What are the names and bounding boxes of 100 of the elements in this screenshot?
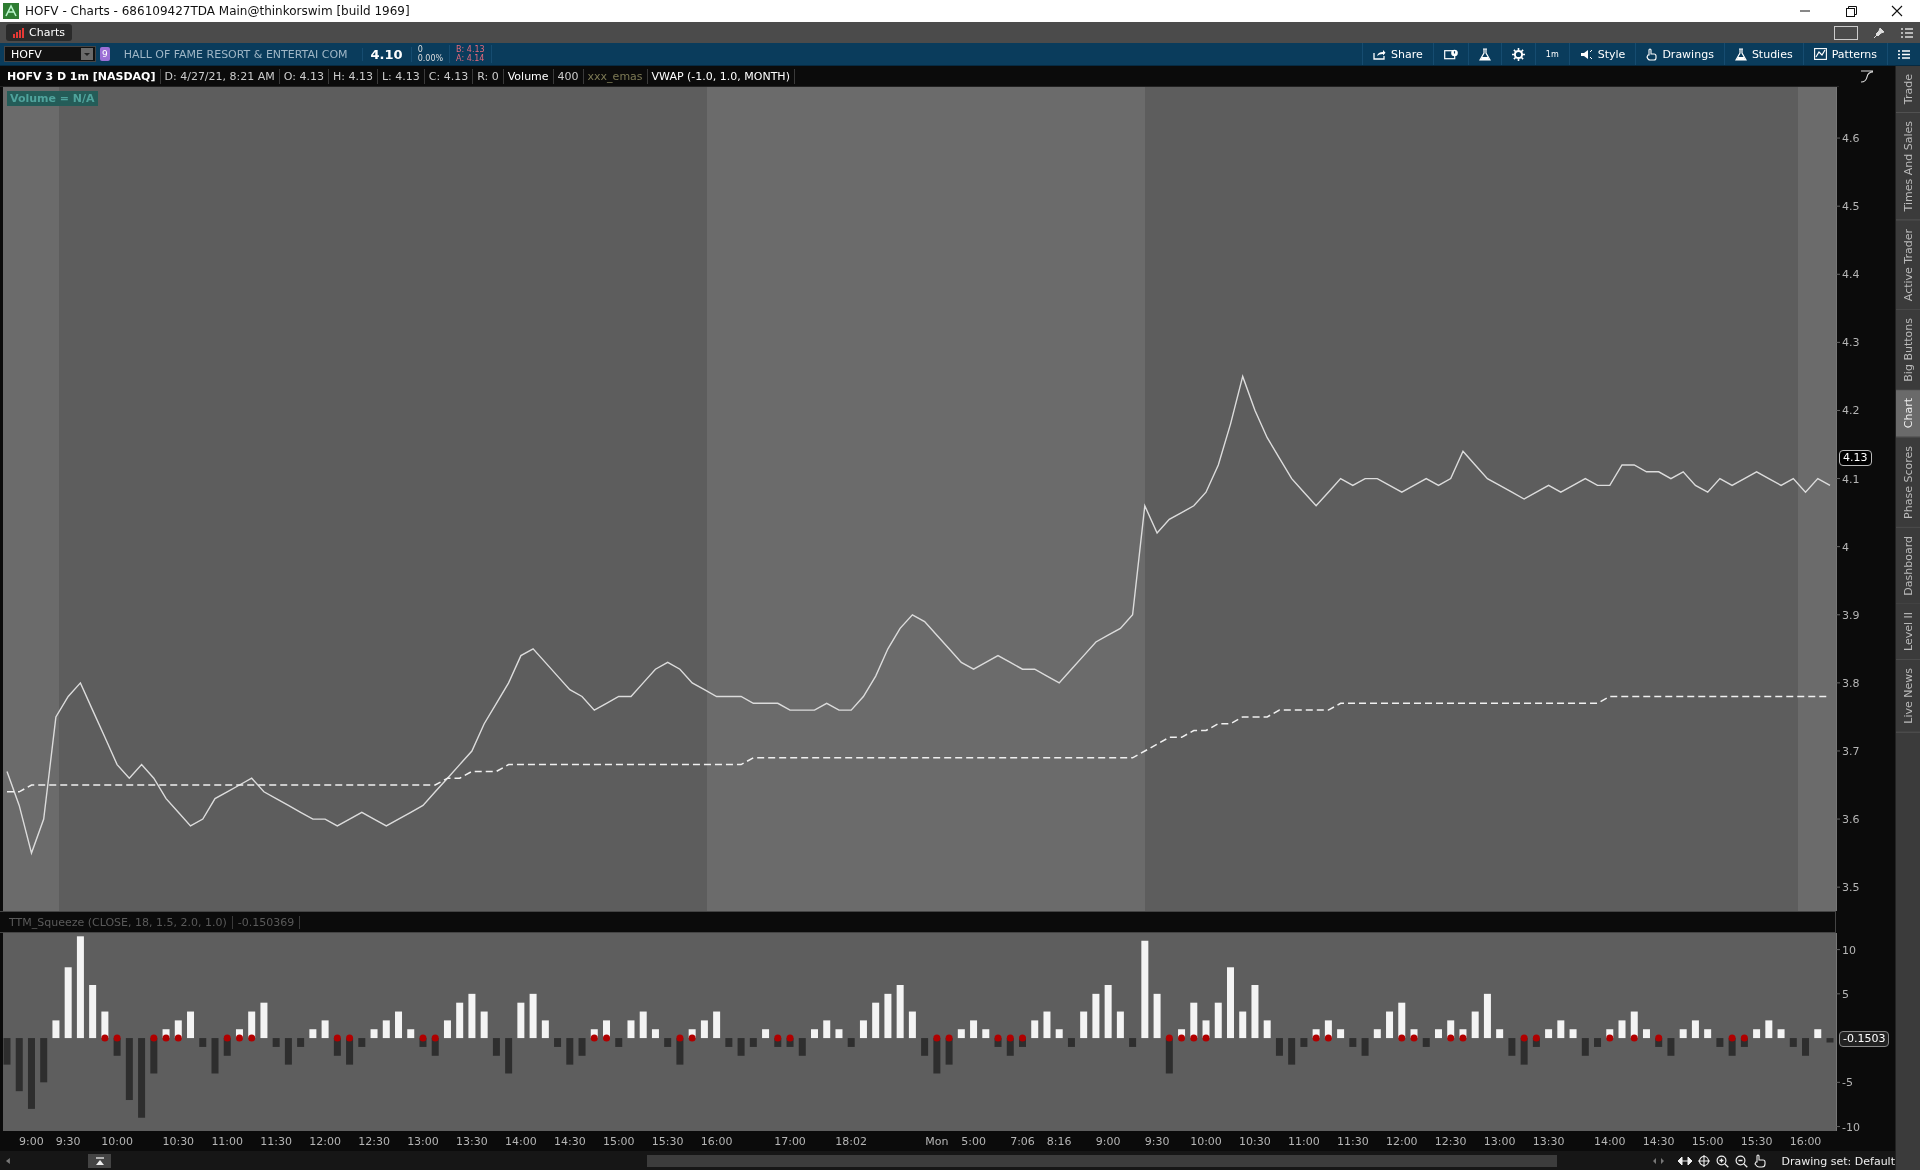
side-tab[interactable]: Live News (1896, 660, 1920, 733)
time-label: 17:00 (774, 1135, 806, 1148)
share-button[interactable]: Share (1362, 43, 1433, 65)
side-tab[interactable]: Chart (1896, 390, 1920, 438)
squeeze-dot (1312, 1034, 1320, 1042)
side-tab[interactable]: Big Buttons (1896, 309, 1920, 391)
drawing-set-label[interactable]: Drawing set: Default (1781, 1154, 1895, 1168)
studies-button[interactable]: Studies (1723, 43, 1803, 65)
pin-icon[interactable] (1872, 25, 1886, 40)
menu-icon[interactable] (1900, 25, 1914, 40)
squeeze-dot (1019, 1034, 1026, 1042)
scrollbar-thumb[interactable] (647, 1155, 1558, 1167)
collapse-icon (94, 1156, 105, 1166)
histogram-bar (1471, 1011, 1479, 1039)
patterns-button[interactable]: Patterns (1802, 43, 1887, 65)
squeeze-dot (235, 1034, 243, 1042)
time-label: 14:30 (1642, 1135, 1675, 1148)
histogram-bar (749, 1038, 757, 1047)
histogram-bar (1569, 1029, 1577, 1039)
expand-button[interactable] (87, 1154, 112, 1168)
histogram-bar (1630, 1011, 1638, 1039)
drawings-button[interactable]: Drawings (1635, 43, 1724, 65)
scroll-left-icon[interactable] (4, 1156, 12, 1166)
monitor-icon (1443, 48, 1458, 60)
histogram-bar (1214, 1002, 1222, 1039)
speaker-icon (1579, 48, 1593, 60)
zoom-in-icon[interactable] (1715, 1154, 1729, 1168)
time-label: 13:30 (1532, 1135, 1565, 1148)
histogram-bar (945, 1038, 953, 1065)
histogram-bar (1153, 993, 1161, 1039)
histogram-bar (1435, 1029, 1442, 1039)
histogram-bar (1679, 1029, 1687, 1039)
interval-button[interactable]: 1m (1534, 43, 1569, 65)
axis-label: 10 (1842, 943, 1856, 957)
symbol-field[interactable]: HOFV (4, 46, 96, 62)
squeeze-dot (676, 1034, 684, 1042)
histogram-bar (1557, 1020, 1565, 1039)
histogram-bar (713, 1011, 721, 1039)
time-label: 18:02 (835, 1135, 868, 1148)
histogram-bar (1337, 1029, 1345, 1039)
percent-change: 0.00% (417, 54, 444, 63)
squeeze-dot (162, 1034, 170, 1042)
histogram-bar (27, 1038, 35, 1109)
zoom-out-icon[interactable] (1734, 1154, 1748, 1168)
axis-label: 3.5 (1842, 881, 1860, 895)
histogram-bar (1300, 1038, 1308, 1047)
histogram-bar (1165, 1038, 1173, 1074)
histogram-bar (1104, 985, 1112, 1039)
time-label: 12:30 (358, 1135, 390, 1148)
histogram-bar (1361, 1038, 1369, 1056)
squeeze-dot (774, 1034, 782, 1042)
charts-tab[interactable]: Charts (6, 24, 72, 41)
histogram-bar (1190, 1002, 1198, 1039)
squeeze-dot (688, 1034, 696, 1042)
histogram-bar (908, 1011, 916, 1039)
layout-icon[interactable] (1834, 25, 1858, 40)
pan-icon[interactable] (1677, 1156, 1692, 1166)
histogram-bar (884, 993, 892, 1039)
squeeze-dot (1655, 1034, 1663, 1042)
histogram-bar (1116, 1011, 1124, 1039)
histogram-bar (970, 1020, 978, 1039)
chart-info-label: 400 (553, 68, 584, 84)
histogram-bar (1239, 1011, 1247, 1039)
histogram-bar (1275, 1038, 1283, 1056)
hand-icon[interactable] (1753, 1154, 1766, 1168)
style-button[interactable]: Style (1568, 43, 1636, 65)
histogram-bar (1667, 1038, 1675, 1056)
histogram-bar (1789, 1038, 1797, 1047)
axis-label: 4.3 (1842, 336, 1860, 350)
histogram-bar (309, 1029, 317, 1039)
squeeze-dot (1178, 1034, 1186, 1042)
histogram-bar (40, 1038, 48, 1083)
scale-icon[interactable] (1860, 70, 1874, 83)
histogram-bar (1508, 1038, 1516, 1056)
time-label: 11:30 (1337, 1135, 1369, 1148)
histogram-bar (15, 1038, 23, 1092)
time-label: 12:00 (309, 1135, 341, 1148)
histogram-bar (1263, 1020, 1271, 1039)
side-tab[interactable]: Level II (1896, 604, 1920, 661)
link-badge[interactable]: 9 (100, 47, 110, 61)
axis-label: 3.8 (1842, 676, 1860, 690)
axis-label: 4 (1842, 540, 1849, 554)
squeeze-dot (1728, 1034, 1736, 1042)
menu-icon (1898, 48, 1910, 60)
histogram-bar (737, 1038, 745, 1056)
histogram-bar (1802, 1038, 1810, 1056)
company-name: HALL OF FAME RESORT & ENTERTAI COM (123, 47, 363, 61)
histogram-bar (566, 1038, 574, 1065)
histogram-bar (1129, 1038, 1137, 1047)
squeeze-dot (1606, 1034, 1614, 1042)
time-label: 13:30 (456, 1135, 488, 1148)
squeeze-dot (1740, 1034, 1748, 1042)
histogram-bar (1520, 1038, 1528, 1065)
histogram-bar (1373, 1029, 1381, 1039)
time-label: 5:00 (961, 1135, 986, 1148)
histogram-bar (125, 1038, 133, 1101)
caret-icon[interactable] (81, 48, 93, 60)
side-tab[interactable]: Dashboard (1896, 527, 1920, 605)
histogram-bar (872, 1002, 880, 1039)
crosshair-icon[interactable] (1697, 1155, 1710, 1167)
